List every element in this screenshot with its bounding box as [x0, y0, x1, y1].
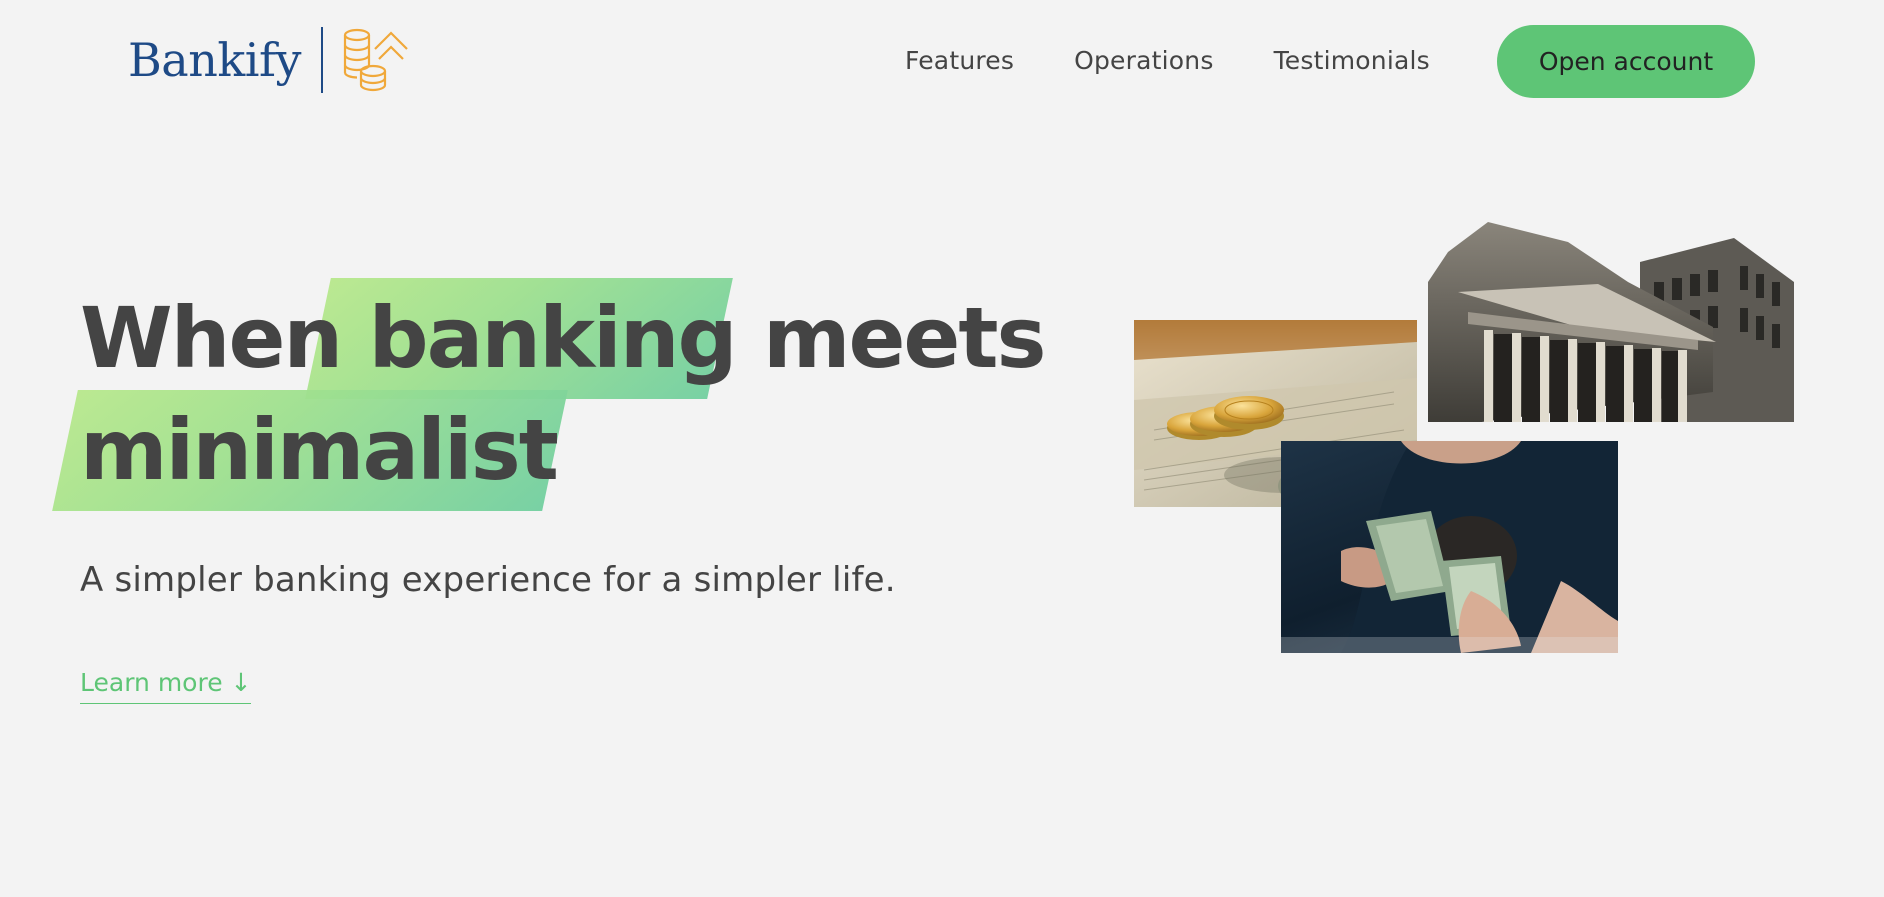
nav-link-testimonials[interactable]: Testimonials: [1274, 46, 1430, 76]
logo-divider: [320, 27, 323, 93]
hero-subtitle: A simpler banking experience for a simpl…: [80, 560, 896, 600]
nav-links: Features Operations Testimonials: [905, 46, 1430, 76]
title-word-meets: meets: [762, 289, 1047, 387]
learn-more-link[interactable]: Learn more ↓: [80, 668, 252, 704]
title-word-minimalist: minimalist: [80, 401, 559, 499]
title-word-when: When: [80, 289, 343, 387]
logo-text: Bankify: [128, 33, 301, 87]
cash-counting-illustration: [1281, 441, 1618, 653]
title-word-banking: banking: [368, 289, 737, 387]
hero-title-line-1: When banking meets: [80, 282, 1047, 394]
bank-building-illustration: [1428, 222, 1794, 429]
landing-page: Bankify Features Operations Testimonials…: [0, 0, 1884, 897]
logo[interactable]: Bankify: [128, 24, 411, 96]
nav-link-operations[interactable]: Operations: [1074, 46, 1213, 76]
bank-building-image: [1428, 222, 1794, 429]
top-nav: Bankify Features Operations Testimonials…: [0, 0, 1884, 124]
open-account-button[interactable]: Open account: [1497, 25, 1755, 98]
hero-title-line-2: minimalist: [80, 394, 559, 506]
coins-up-arrow-icon: [343, 28, 408, 92]
nav-link-features[interactable]: Features: [905, 46, 1014, 76]
cash-counting-image: [1281, 441, 1618, 653]
